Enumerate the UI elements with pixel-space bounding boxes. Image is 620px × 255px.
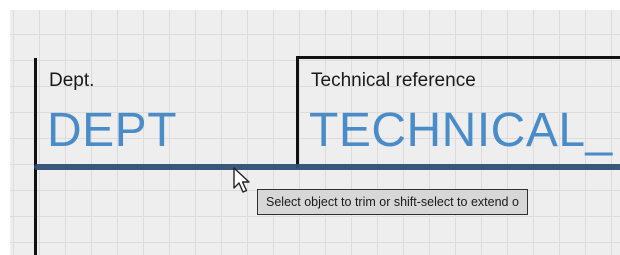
field-divider-line[interactable] xyxy=(296,56,299,168)
technical-reference-label: Technical reference xyxy=(311,70,476,91)
drawing-canvas[interactable]: Dept. DEPT Technical reference TECHNICAL… xyxy=(0,0,620,255)
canvas-left-margin xyxy=(0,0,10,255)
highlighted-trim-line[interactable] xyxy=(34,164,620,170)
dept-label: Dept. xyxy=(49,70,95,91)
top-border-line[interactable] xyxy=(296,56,620,59)
arrow-cursor-icon xyxy=(233,167,250,193)
left-border-line[interactable] xyxy=(34,58,37,255)
canvas-top-margin xyxy=(0,0,620,10)
command-tooltip: Select object to trim or shift-select to… xyxy=(257,189,528,215)
technical-reference-value[interactable]: TECHNICAL_ xyxy=(309,103,613,158)
dept-value[interactable]: DEPT xyxy=(47,103,177,158)
